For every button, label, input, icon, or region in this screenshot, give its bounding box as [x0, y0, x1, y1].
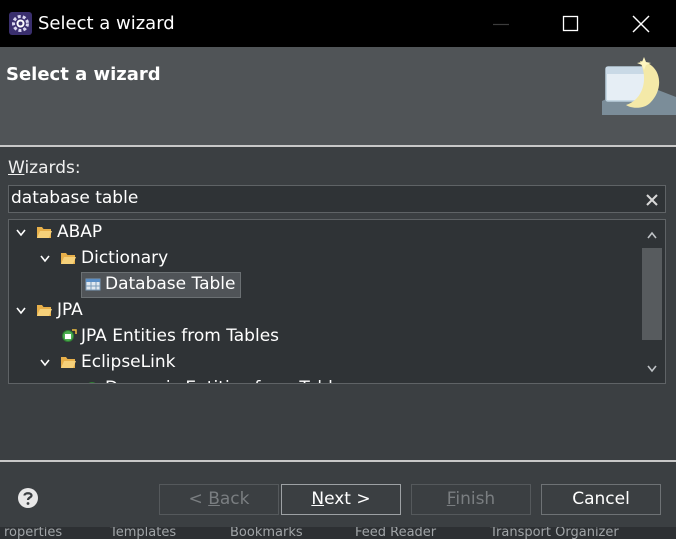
tree-item-dynamic-entities[interactable]: Dynamic Entities from Tables: [9, 376, 639, 383]
help-icon[interactable]: [17, 487, 39, 509]
minimize-icon: [493, 23, 509, 26]
wizard-banner-icon: [602, 57, 676, 115]
folder-icon: [37, 305, 52, 316]
finish-button[interactable]: Finish: [411, 484, 531, 515]
chevron-up-icon[interactable]: [646, 230, 658, 240]
chevron-down-icon[interactable]: [646, 364, 658, 374]
filter-text[interactable]: database table: [11, 188, 138, 208]
background-tab-label: Transport Organizer: [490, 527, 619, 539]
maximize-button[interactable]: [536, 0, 606, 47]
folder-icon: [61, 253, 76, 264]
database-table-icon: [85, 278, 101, 291]
folder-icon: [37, 227, 52, 238]
maximize-icon: [562, 15, 579, 32]
wizard-tree[interactable]: ABAP Dictionary Database Table JPA JPA E…: [8, 219, 666, 384]
background-tab-label: Feed Reader: [355, 527, 437, 539]
background-tab-label: roperties: [4, 527, 63, 539]
close-window-button[interactable]: [606, 0, 676, 47]
chevron-down-icon[interactable]: [39, 358, 51, 368]
tree-item-label: Dynamic Entities from Tables: [105, 376, 352, 383]
tree-item-label: Dictionary: [81, 248, 169, 268]
minimize-button[interactable]: [466, 0, 536, 47]
scrollbar-thumb[interactable]: [642, 248, 662, 340]
window-title: Select a wizard: [38, 13, 175, 34]
wizard-filter-field[interactable]: database table: [8, 185, 666, 213]
tree-item-label: Database Table: [105, 274, 236, 294]
wizard-content: Wizards: database table ABAP Dictionary: [0, 147, 676, 460]
folder-icon: [61, 357, 76, 368]
tree-item-jpa[interactable]: JPA: [9, 298, 639, 324]
title-bar: Select a wizard: [0, 0, 676, 47]
cancel-button[interactable]: Cancel: [541, 484, 661, 515]
tree-item-dictionary[interactable]: Dictionary: [9, 246, 639, 272]
tree-item-label: EclipseLink: [81, 352, 176, 372]
background-view-tabs: roperties Templates Bookmarks Feed Reade…: [0, 527, 676, 539]
tree-item-label: JPA Entities from Tables: [81, 326, 280, 346]
chevron-down-icon[interactable]: [15, 306, 27, 316]
close-icon: [632, 15, 650, 33]
tree-item-jpa-entities[interactable]: JPA Entities from Tables: [9, 324, 639, 350]
tree-item-eclipselink[interactable]: EclipseLink: [9, 350, 639, 376]
next-button[interactable]: Next >: [281, 484, 401, 515]
back-button[interactable]: < Back: [159, 484, 279, 515]
eclipse-gear-icon: [9, 12, 32, 35]
chevron-down-icon[interactable]: [39, 254, 51, 264]
wizards-label: Wizards:: [8, 158, 81, 178]
wizard-banner: Select a wizard: [0, 47, 676, 145]
tree-item-label: ABAP: [57, 222, 103, 242]
tree-item-label: JPA: [57, 300, 83, 320]
tree-item-database-table[interactable]: Database Table: [9, 272, 639, 298]
banner-title: Select a wizard: [6, 64, 161, 85]
jpa-entities-icon: [88, 382, 96, 383]
wizard-footer: < Back Next > Finish Cancel: [0, 462, 676, 527]
background-tab-label: Bookmarks: [230, 527, 303, 539]
jpa-entities-icon: [62, 329, 77, 342]
background-tab-label: Templates: [110, 527, 177, 539]
tree-item-abap[interactable]: ABAP: [9, 220, 639, 246]
clear-icon[interactable]: [643, 191, 661, 209]
tree-scrollbar[interactable]: [639, 220, 665, 383]
chevron-down-icon[interactable]: [15, 228, 27, 238]
